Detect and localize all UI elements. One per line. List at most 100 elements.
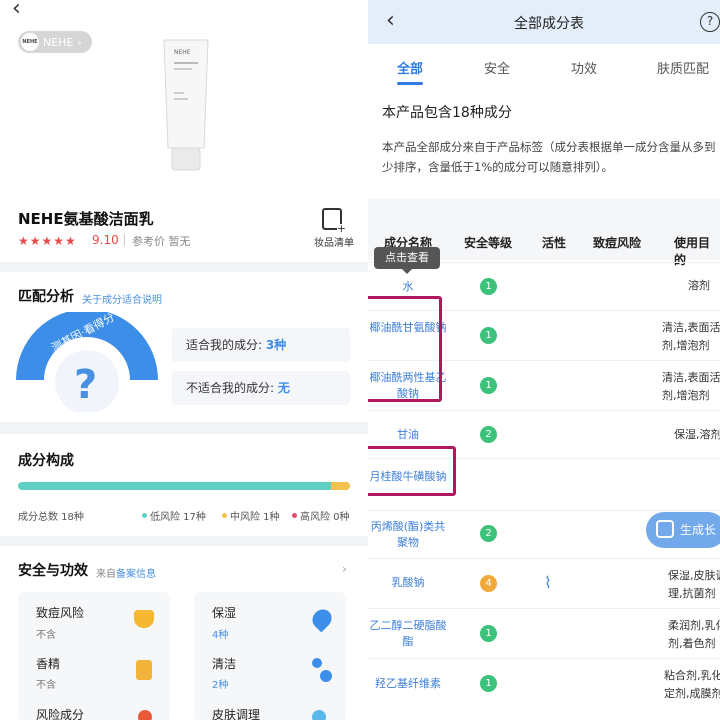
unsuitable-value: 无	[277, 381, 290, 395]
back-icon[interactable]: ‹	[386, 8, 395, 33]
col-active: 活性	[542, 236, 567, 250]
reference-price: 参考价 暂无	[132, 235, 191, 248]
moisture-label: 保湿	[212, 606, 237, 620]
ingredient-list-panel: ‹ 全部成分表 ? 全部 安全 功效 肤质匹配 本产品包含18种成分 本产品全部…	[368, 0, 720, 720]
unsuitable-ingredients-row[interactable]: 不适合我的成分: 无	[172, 371, 350, 405]
usage-purpose: 保湿,溶剂	[674, 428, 720, 441]
section-gap	[368, 198, 720, 222]
perfume-icon	[136, 660, 152, 680]
chevron-right-icon: ›	[77, 35, 82, 49]
tab-efficacy[interactable]: 功效	[571, 58, 597, 77]
suitable-ingredients-row[interactable]: 适合我的成分: 3种	[172, 328, 350, 362]
product-hero: ‹ NEHE NEHE › NEHE	[0, 0, 368, 200]
table-row[interactable]: 乳酸钠 4 ⌇ 保湿,皮肤调 理,抗菌剂	[368, 558, 720, 608]
brand-name: NEHE	[43, 35, 74, 49]
tab-skin-match[interactable]: 肤质匹配	[657, 58, 709, 77]
safety-level-badge: 1	[480, 625, 497, 642]
ingredient-name[interactable]: 羟乙基纤维素	[368, 676, 448, 692]
acne-risk-value: 不含	[36, 630, 56, 641]
acne-risk-label: 致痘风险	[36, 606, 85, 620]
cleansing-value: 2种	[212, 680, 229, 691]
filing-info-link[interactable]: 备案信息	[116, 569, 156, 580]
highlight-box	[368, 446, 456, 496]
legend-low: 低风险 17种	[142, 508, 206, 523]
mid-risk-dot	[222, 513, 227, 518]
fragrance-label: 香精	[36, 657, 61, 671]
ingredient-name[interactable]: 乙二醇二硬脂酸酯	[368, 618, 448, 650]
safety-level-badge: 2	[480, 525, 497, 542]
col-safety-level: 安全等级	[464, 236, 513, 250]
total-ingredients: 成分总数 18种	[18, 512, 84, 523]
active-tab-indicator	[397, 82, 423, 85]
unsuitable-label: 不适合我的成分:	[186, 381, 275, 395]
product-label-text: NEHE	[174, 49, 191, 56]
brand-logo: NEHE	[21, 33, 39, 51]
safety-source-note: 来自备案信息	[96, 569, 156, 580]
product-image: NEHE	[160, 38, 212, 172]
safety-level-badge: 1	[480, 278, 497, 295]
moisture-value: 4种	[212, 630, 229, 641]
safety-level-badge: 1	[480, 377, 497, 394]
tab-safety[interactable]: 安全	[484, 58, 510, 77]
fragrance-value: 不含	[36, 680, 56, 691]
tap-to-view-tooltip: 点击查看	[374, 247, 440, 274]
dna-icon: ⌇	[544, 573, 552, 592]
cosmetics-list-label[interactable]: 妆品清单	[314, 234, 354, 249]
product-name: NEHE氨基酸洁面乳	[18, 210, 154, 228]
suitable-label: 适合我的成分:	[186, 338, 263, 352]
safety-level-badge: 4	[480, 575, 497, 592]
ingredient-name[interactable]: 乳酸钠	[368, 575, 448, 591]
usage-purpose: 柔润剂,乳化 剂,着色剂	[668, 619, 720, 650]
skin-care-icon	[312, 710, 326, 720]
safety-title: 安全与功效	[18, 563, 88, 579]
legend-high: 高风险 0种	[292, 508, 350, 523]
cosmetics-list-icon[interactable]	[322, 208, 346, 234]
nav-header: ‹ 全部成分表 ?	[368, 0, 720, 44]
skin-conditioning-label: 皮肤调理	[212, 708, 261, 720]
page-title: 全部成分表	[514, 16, 584, 32]
usage-purpose: 清洁,表面活 剂,增泡剂	[662, 371, 720, 402]
table-row[interactable]: 乙二醇二硬脂酸酯 1 柔润剂,乳化 剂,着色剂	[368, 608, 720, 658]
back-icon[interactable]: ‹	[12, 0, 21, 21]
col-acne-risk: 致痘风险	[593, 236, 642, 250]
brand-pill[interactable]: NEHE NEHE ›	[18, 31, 92, 53]
tab-all[interactable]: 全部	[397, 58, 423, 77]
match-info-link[interactable]: 关于成分适合说明	[82, 291, 162, 306]
usage-purpose: 溶剂	[688, 279, 710, 292]
mid-risk-segment	[331, 482, 350, 490]
match-title: 匹配分析	[18, 289, 74, 305]
safety-level-badge: 1	[480, 675, 497, 692]
ingredient-description: 本产品全部成分来自于产品标签（成分表根据单一成分含量从多到少排序，含量低于1%的…	[382, 140, 716, 174]
question-mark-icon: ?	[74, 362, 97, 408]
acne-icon	[134, 610, 154, 628]
highlight-box	[368, 296, 442, 402]
risk-ingredient-label: 风险成分	[36, 708, 85, 720]
ingredient-name[interactable]: 丙烯酸(酯)类共聚物	[368, 519, 448, 551]
ingredient-count: 本产品包含18种成分	[382, 105, 512, 121]
safety-level-badge: 1	[480, 327, 497, 344]
divider	[124, 234, 125, 246]
cleansing-label: 清洁	[212, 657, 237, 671]
suitable-value: 3种	[265, 338, 287, 352]
ingredient-name[interactable]: 水	[368, 279, 448, 295]
risk-icon	[138, 710, 152, 720]
table-row[interactable]: 羟乙基纤维素 1 粘合剂,乳化 定剂,成膜剂	[368, 658, 720, 720]
high-risk-dot	[292, 513, 297, 518]
usage-purpose: 清洁,表面活 剂,增泡剂	[662, 321, 720, 352]
product-info-card: NEHE氨基酸洁面乳 ★★★★★ 9.10 参考价 暂无	[0, 192, 368, 262]
composition-title: 成分构成	[18, 453, 74, 469]
legend-mid: 中风险 1种	[222, 508, 280, 523]
low-risk-dot	[142, 513, 147, 518]
risk-composition-bar	[18, 482, 350, 490]
chevron-right-icon[interactable]: ›	[342, 562, 347, 576]
rating-score: 9.10	[92, 233, 119, 247]
image-icon	[656, 520, 674, 538]
product-detail-panel: ‹ NEHE NEHE › NEHE NEHE氨基酸洁面乳 ★★★★★ 9.10…	[0, 0, 368, 720]
help-icon[interactable]: ?	[700, 12, 720, 32]
safety-level-badge: 2	[480, 426, 497, 443]
bubbles-icon	[312, 658, 322, 668]
ingredient-name[interactable]: 甘油	[368, 427, 448, 443]
bubbles-icon	[320, 670, 332, 682]
gene-test-gauge[interactable]: 测基因·看得分 ?	[14, 309, 160, 414]
rating-stars: ★★★★★	[18, 234, 77, 248]
